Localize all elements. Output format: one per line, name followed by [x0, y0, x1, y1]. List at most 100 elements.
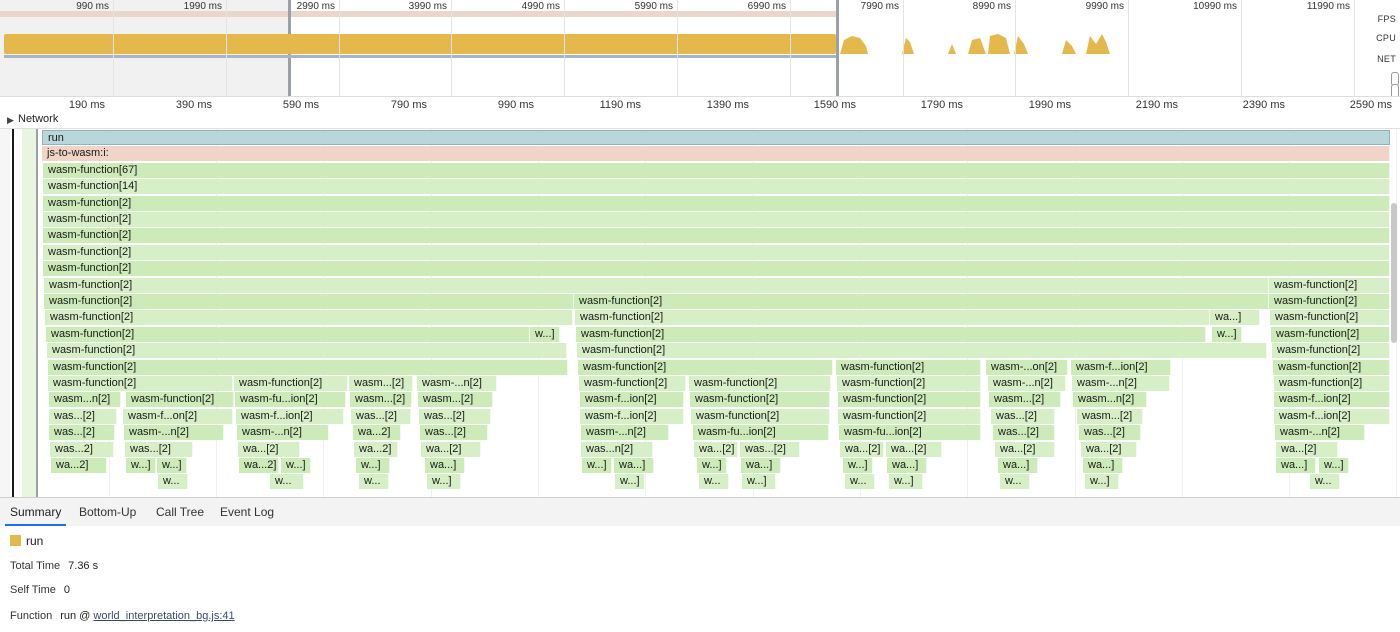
flame-bar-wasm-function[interactable]: wa...]: [887, 458, 927, 473]
flame-bar-wasm-function[interactable]: wasm-function[2]: [577, 343, 1267, 359]
flame-bar-wasm-function[interactable]: was...[2]: [1079, 425, 1141, 441]
flame-bar-wasm-function[interactable]: wasm-function[2]: [836, 359, 981, 375]
expand-triangle-icon[interactable]: ▶: [7, 115, 14, 126]
flame-bar-wasm-function[interactable]: wasm...[2]: [418, 392, 493, 408]
flame-bar-wasm-function[interactable]: wasm-function[2]: [575, 310, 1210, 326]
flame-chart[interactable]: run js-to-wasm:i: wasm-function[67] wasm-fu…: [0, 129, 1400, 497]
flame-bar-wasm-function[interactable]: w...: [699, 474, 729, 490]
flame-bar-wasm-function[interactable]: was...[2]: [993, 425, 1055, 441]
flame-bar-wasm-function[interactable]: wasm-function[2]: [1273, 359, 1390, 375]
flame-bar-wasm-function[interactable]: wasm-function[2]: [837, 376, 981, 391]
flame-bar-wasm-function[interactable]: wasm-function[2]: [48, 359, 568, 375]
flame-bar-wasm-function[interactable]: w...: [359, 474, 389, 490]
flame-bar-wasm-function[interactable]: w...]: [356, 458, 390, 473]
flame-bar-wasm-function[interactable]: wasm-function[2]: [1271, 326, 1390, 342]
flame-bar-wasm-function[interactable]: wa...]: [425, 458, 465, 473]
flame-bar-wasm-function[interactable]: wasm-function[2]: [43, 195, 1390, 211]
flame-bar-wasm-function[interactable]: wasm-f...on[2]: [123, 408, 233, 424]
flame-bar-wasm-function[interactable]: wa...]: [1083, 458, 1123, 473]
flame-bar-wasm-function[interactable]: wasm-function[2]: [1274, 376, 1390, 391]
flame-bar-wasm-function[interactable]: w...: [270, 474, 304, 490]
flame-bar-wasm-function[interactable]: wasm-function[2]: [838, 408, 981, 424]
flame-bar-wasm-function[interactable]: wasm-function[14]: [43, 179, 1390, 195]
flame-bar-wasm-function[interactable]: wa...]: [614, 458, 654, 473]
flame-bar-wasm-function[interactable]: wa...2]: [239, 458, 279, 473]
flame-bar-wasm-function[interactable]: wa...[2]: [1276, 441, 1338, 457]
flame-bar-wasm-function[interactable]: wasm-function[2]: [574, 294, 1269, 309]
flame-bar-wasm-function[interactable]: was...[2]: [49, 408, 117, 424]
flame-bar-wasm-function[interactable]: wasm-function[2]: [1272, 343, 1390, 359]
flame-bar-wasm-function[interactable]: was...n[2]: [581, 441, 653, 457]
flame-bar-wasm-function[interactable]: wasm-function[2]: [234, 376, 348, 391]
flame-bar-wasm-function[interactable]: wa...]: [741, 458, 781, 473]
flame-bar-wasm-function[interactable]: was...[2]: [420, 425, 488, 441]
flame-bar-wasm-function[interactable]: w...: [1000, 474, 1030, 490]
flame-bar-wasm-function[interactable]: w...]: [1212, 326, 1242, 342]
flame-bar-wasm-function[interactable]: wasm-function[2]: [1269, 294, 1390, 309]
overview-scroll-down[interactable]: [1391, 84, 1399, 96]
flame-bar-wasm-function[interactable]: wasm...[2]: [350, 392, 412, 408]
flame-bar-wasm-function[interactable]: w...]: [126, 458, 156, 473]
flame-bar-wasm-function[interactable]: was...[2]: [740, 441, 800, 457]
flame-bar-wasm-function[interactable]: w...]: [1319, 458, 1349, 473]
flame-bar-wasm-function[interactable]: was...[2]: [991, 408, 1055, 424]
flame-bar-wasm-function[interactable]: was...[2]: [351, 408, 411, 424]
flame-bar-wasm-function[interactable]: wasm-function[2]: [838, 392, 981, 408]
flame-bar-wasm-function[interactable]: wasm-function[2]: [578, 359, 833, 375]
flame-bar-wasm-function[interactable]: wasm-function[2]: [126, 392, 234, 408]
flame-bar-run[interactable]: run: [42, 130, 1390, 145]
flame-bar-wasm-function[interactable]: wa...[2]: [886, 441, 942, 457]
tab-call-tree[interactable]: Call Tree: [151, 498, 209, 526]
flame-bar-wasm-function[interactable]: wasm-function[2]: [47, 343, 567, 359]
flame-bar-wasm-function[interactable]: wasm-f...ion[2]: [1071, 359, 1171, 375]
flame-bar-wasm-function[interactable]: wasm-function[67]: [43, 162, 1390, 178]
flame-bar-wasm-function[interactable]: wasm-f...ion[2]: [1274, 408, 1390, 424]
flame-bar-wasm-function[interactable]: wasm-...n[2]: [1275, 425, 1365, 441]
flame-bar-wasm-function[interactable]: wasm...n[2]: [49, 392, 121, 408]
flame-bar-wasm-function[interactable]: wasm-function[2]: [43, 261, 1390, 277]
flame-bar-wasm-function[interactable]: wa...[2]: [421, 441, 481, 457]
flame-bar-wasm-function[interactable]: wasm-fu...ion[2]: [839, 425, 981, 441]
flame-bar-wasm-function[interactable]: wasm-function[2]: [44, 277, 1269, 293]
flame-bar-wasm-function[interactable]: wasm-function[2]: [690, 392, 830, 408]
flame-bar-wasm-function[interactable]: wasm-function[2]: [579, 376, 686, 391]
flame-bar-wasm-function[interactable]: wasm...n[2]: [1073, 392, 1147, 408]
timeline-overview[interactable]: FPS CPU NET 990 ms 1990 ms 2990 ms 3990 ms 4…: [0, 0, 1400, 96]
flame-bar-js-to-wasm[interactable]: js-to-wasm:i:: [42, 146, 1390, 162]
flame-bar-wasm-function[interactable]: w...]: [157, 458, 187, 473]
flame-bar-wasm-function[interactable]: w...]: [615, 474, 645, 490]
flame-bar-wasm-function[interactable]: wasm-fu...ion[2]: [693, 425, 829, 441]
flame-bar-wasm-function[interactable]: wa...]: [1276, 458, 1316, 473]
flame-bar-wasm-function[interactable]: wa...]: [1210, 310, 1260, 326]
tab-bottom-up[interactable]: Bottom-Up: [74, 498, 141, 526]
flame-bar-wasm-function[interactable]: wasm-function[2]: [1269, 277, 1390, 293]
tab-summary[interactable]: Summary: [5, 498, 67, 526]
flame-bar-wasm-function[interactable]: w...]: [889, 474, 923, 490]
flame-bar-wasm-function[interactable]: w...: [845, 474, 875, 490]
network-track-header[interactable]: ▶ Network: [0, 112, 1400, 129]
flame-bar-wasm-function[interactable]: wasm...[2]: [349, 376, 413, 391]
flame-bar-wasm-function[interactable]: wa...[2]: [995, 441, 1055, 457]
flame-bar-wasm-function[interactable]: wa...]: [998, 458, 1038, 473]
flame-bar-wasm-function[interactable]: wa...[2]: [1081, 441, 1137, 457]
flame-bar-wasm-function[interactable]: wasm-...on[2]: [986, 359, 1068, 375]
flame-bar-wasm-function[interactable]: wasm-function[2]: [691, 408, 830, 424]
flame-bar-wasm-function[interactable]: wa...2]: [51, 458, 107, 473]
flame-bar-wasm-function[interactable]: was...[2]: [49, 425, 115, 441]
flame-bar-wasm-function[interactable]: w...]: [1085, 474, 1119, 490]
flame-bar-wasm-function[interactable]: w...]: [697, 458, 727, 473]
flame-bar-wasm-function[interactable]: w...]: [427, 474, 461, 490]
flame-bar-wasm-function[interactable]: w...]: [530, 326, 560, 342]
flame-bar-wasm-function[interactable]: wasm...[2]: [1077, 408, 1143, 424]
flame-bar-wasm-function[interactable]: was...2]: [50, 441, 114, 457]
flame-bar-wasm-function[interactable]: wa...[2]: [694, 441, 738, 457]
flame-bar-wasm-function[interactable]: wasm-f...ion[2]: [580, 392, 684, 408]
flame-bar-wasm-function[interactable]: wasm-function[2]: [46, 326, 530, 342]
flame-bar-wasm-function[interactable]: wasm-fu...ion[2]: [235, 392, 346, 408]
flame-bar-wasm-function[interactable]: w...]: [281, 458, 311, 473]
flame-bar-wasm-function[interactable]: w...: [158, 474, 188, 490]
flame-bar-wasm-function[interactable]: wasm-function[2]: [48, 376, 233, 391]
flame-bar-wasm-function[interactable]: w...]: [843, 458, 873, 473]
flame-bar-wasm-function[interactable]: wasm-function[2]: [43, 212, 1390, 227]
flame-bar-wasm-function[interactable]: w...: [1310, 474, 1340, 490]
